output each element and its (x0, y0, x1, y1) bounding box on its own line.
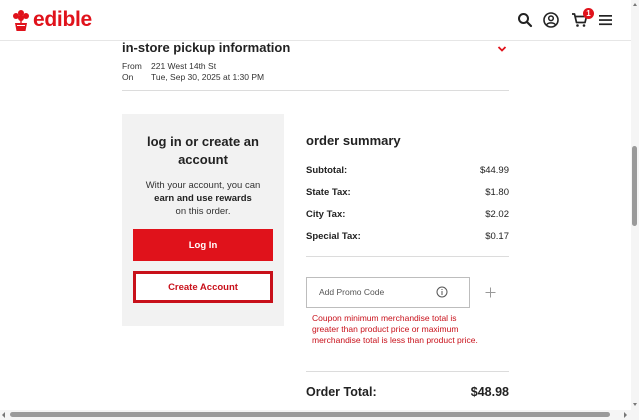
scroll-down-arrow[interactable] (633, 403, 637, 406)
chevron-down-icon[interactable] (497, 44, 507, 54)
order-total-row: Order Total: $48.98 (306, 385, 509, 401)
pickup-info-title: in-store pickup information (122, 40, 291, 55)
summary-label: Special Tax: (306, 231, 361, 242)
pickup-on-value: Tue, Sep 30, 2025 at 1:30 PM (151, 72, 265, 82)
summary-value: $2.02 (485, 209, 509, 220)
login-card-title: log in or create an account (147, 134, 259, 167)
pickup-from-value: 221 West 14th St (151, 61, 217, 71)
summary-row-city-tax: City Tax: $2.02 (306, 209, 509, 223)
pickup-on-row: On Tue, Sep 30, 2025 at 1:30 PM (122, 72, 264, 82)
summary-row-state-tax: State Tax: $1.80 (306, 187, 509, 201)
site-header: edible 1 (0, 0, 639, 41)
scroll-right-arrow[interactable] (624, 412, 627, 418)
pickup-from-row: From 221 West 14th St (122, 61, 216, 71)
promo-error-message: Coupon minimum merchandise total is grea… (312, 313, 478, 345)
login-desc-text: With your account, you can (145, 180, 261, 191)
pickup-from-label: From (122, 61, 142, 71)
login-button[interactable]: Log In (133, 229, 273, 261)
login-desc-bold: earn and use rewards (154, 193, 252, 204)
summary-value: $0.17 (485, 231, 509, 242)
login-card: log in or create an account With your ac… (122, 114, 284, 326)
pickup-on-label: On (122, 72, 134, 82)
login-card-description: With your account, you can earn and use … (130, 179, 276, 218)
summary-label: City Tax: (306, 209, 346, 220)
promo-code-input[interactable]: Add Promo Code (306, 277, 470, 308)
summary-value: $44.99 (479, 165, 509, 176)
divider (306, 256, 509, 257)
vertical-scroll-thumb[interactable] (632, 146, 637, 226)
divider (122, 90, 509, 91)
scroll-left-arrow[interactable] (2, 412, 5, 418)
login-desc-text-2: on this order. (175, 206, 231, 217)
promo-code-placeholder: Add Promo Code (319, 287, 385, 297)
edible-logo[interactable]: edible (12, 7, 92, 33)
summary-value: $1.80 (485, 187, 509, 198)
summary-row-special-tax: Special Tax: $0.17 (306, 231, 509, 245)
divider (306, 371, 509, 372)
scroll-up-arrow[interactable] (633, 3, 637, 6)
edible-logo-icon (13, 10, 29, 31)
menu-icon[interactable] (597, 11, 615, 29)
cart-count-badge: 1 (583, 8, 594, 19)
brand-name: edible (33, 8, 92, 31)
order-total-value: $48.98 (470, 385, 509, 399)
order-total-label: Order Total: (306, 385, 377, 399)
horizontal-scroll-thumb[interactable] (10, 412, 610, 417)
create-account-button[interactable]: Create Account (133, 271, 273, 303)
summary-label: State Tax: (306, 187, 351, 198)
plus-icon[interactable] (485, 287, 496, 298)
order-summary-title: order summary (306, 133, 401, 148)
summary-row-subtotal: Subtotal: $44.99 (306, 165, 509, 179)
search-icon[interactable] (516, 11, 534, 29)
info-icon[interactable] (436, 286, 448, 298)
summary-label: Subtotal: (306, 165, 348, 176)
account-icon[interactable] (542, 11, 560, 29)
